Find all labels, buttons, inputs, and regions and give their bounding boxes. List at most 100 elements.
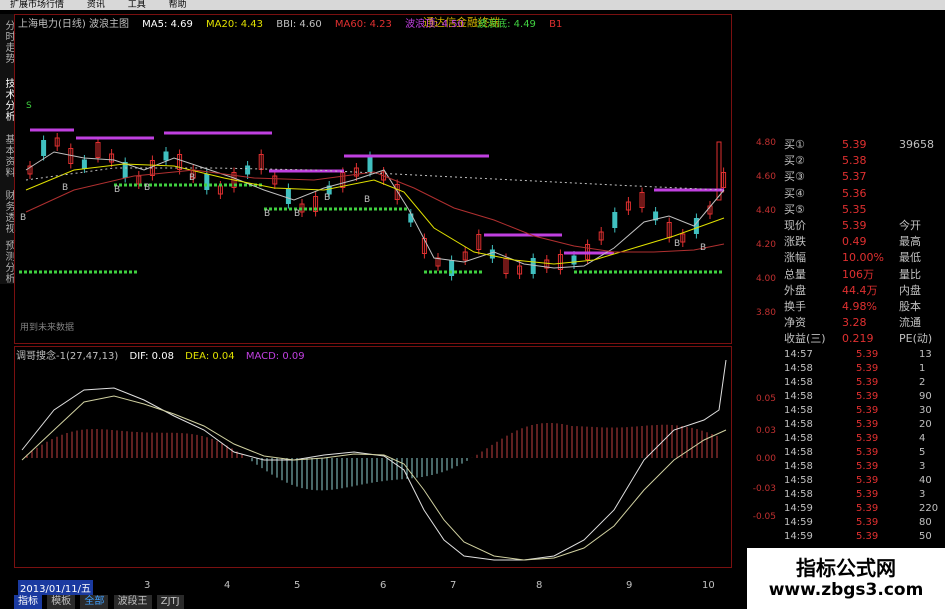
trade-ticker: 14:57 5.39 13 14:58 5.39 1 14:58 5.39 2 14:58 5.39… (784, 348, 945, 548)
trade-row: 14:58 5.39 90 (784, 390, 945, 403)
date-tick: 4 (224, 580, 231, 591)
wave-top-lines (30, 128, 724, 255)
menu-item-tools[interactable]: 工具 (118, 0, 156, 10)
trade-time: 14:58 (784, 433, 813, 444)
candle-body (163, 151, 169, 161)
tab-zjtj[interactable]: ZJTJ (156, 595, 184, 609)
price-tick: 4.40 (755, 206, 776, 216)
trade-price: 5.39 (856, 447, 879, 458)
wave-top-value: 波浪顶: 4.50 (405, 19, 464, 30)
trade-qty: 20 (919, 419, 932, 430)
macd-tick: 0.03 (755, 426, 776, 436)
trade-row: 14:58 5.39 40 (784, 474, 945, 487)
macd-histogram (26, 422, 718, 491)
trade-price: 5.39 (856, 377, 879, 388)
trade-row: 14:59 5.39 80 (784, 516, 945, 529)
order-book-value: 5.37 (842, 170, 867, 184)
candle-body (612, 212, 618, 228)
macd-tick: -0.03 (752, 484, 776, 494)
order-book-row: 涨幅 10.00% 最低 (784, 249, 945, 266)
tab-intraday[interactable]: 分时走势 (0, 20, 14, 70)
price-header: 上海电力(日线) 波浪主图 MA5: 4.69 MA20: 4.43 BBI: … (18, 15, 572, 30)
tab-financial[interactable]: 财务透视 (0, 190, 14, 240)
candle-body (41, 140, 47, 156)
watermark: 指标公式网 www.zbgs3.com (747, 548, 945, 609)
trade-row: 14:58 5.39 5 (784, 446, 945, 459)
trade-row: 14:57 5.39 13 (784, 348, 945, 361)
order-book-row: 买② 5.38 (784, 152, 945, 169)
trade-price: 5.39 (856, 461, 879, 472)
b1-label: B1 (549, 19, 563, 30)
trade-qty: 2 (919, 377, 926, 388)
tab-all[interactable]: 全部 (80, 595, 109, 609)
trade-qty: 1 (919, 363, 926, 374)
order-book-row: 买③ 5.37 (784, 168, 945, 185)
trade-row: 14:58 5.39 2 (784, 376, 945, 389)
candle-body (367, 156, 373, 172)
b-marker: B (189, 173, 195, 183)
trade-time: 14:58 (784, 419, 813, 430)
tab-forecast[interactable]: 预测分析 (0, 240, 14, 290)
trade-price: 5.39 (856, 531, 879, 542)
order-book-value: 5.39 (842, 138, 867, 151)
trade-time: 14:59 (784, 531, 813, 542)
trade-time: 14:58 (784, 405, 813, 416)
bottom-tab-bar: 指标 模板 全部 波段王 ZJTJ (14, 595, 186, 609)
candle-body (489, 249, 495, 259)
watermark-title: 指标公式网 (796, 556, 896, 580)
b-marker: B (62, 183, 68, 193)
trade-price: 5.39 (856, 433, 879, 444)
menu-bar: 扩展市场行情 资讯 工具 帮助 (0, 0, 945, 10)
trade-qty: 30 (919, 405, 932, 416)
b-marker: B (264, 209, 270, 219)
order-book-value: 5.39 (842, 219, 867, 232)
trade-qty: 80 (919, 517, 932, 528)
trade-row: 14:58 5.39 3 (784, 488, 945, 501)
trade-qty: 40 (919, 475, 932, 486)
macd-tick: 0.05 (755, 394, 776, 404)
order-book-label: 现价 (784, 219, 806, 232)
order-book-extra: 最高 (899, 235, 921, 249)
dif-line (21, 360, 727, 561)
trade-price: 5.39 (856, 363, 879, 374)
order-book-label: 买④ (784, 186, 805, 200)
date-tick: 5 (294, 580, 301, 591)
order-book-extra: 股本 (899, 300, 921, 313)
order-book-label: 买⑤ (784, 202, 805, 216)
order-book-value: 5.36 (842, 186, 867, 200)
order-book-label: 买① (784, 138, 805, 151)
menu-item-help[interactable]: 帮助 (159, 0, 197, 10)
candle-body (122, 162, 128, 178)
candle-body (530, 258, 536, 274)
order-book-label: 收益(三) (784, 332, 826, 346)
trade-qty: 50 (919, 531, 932, 542)
order-book-row: 买⑤ 5.35 (784, 201, 945, 218)
tab-wave-king[interactable]: 波段王 (113, 595, 152, 609)
order-book-row: 买① 5.39 39658 (784, 136, 945, 153)
tab-template[interactable]: 模板 (47, 595, 76, 609)
price-tick: 4.60 (755, 172, 776, 182)
candle-body (81, 159, 87, 169)
b-marker: B (114, 185, 120, 195)
trade-time: 14:58 (784, 461, 813, 472)
tab-technical[interactable]: 技术分析 (0, 78, 14, 128)
order-book-label: 涨跌 (784, 235, 806, 249)
trade-time: 14:59 (784, 503, 813, 514)
ma20-line (25, 163, 725, 265)
date-tick: 9 (626, 580, 633, 591)
order-book-label: 涨幅 (784, 251, 806, 265)
order-book-row: 现价 5.39 今开 (784, 217, 945, 234)
s-marker: S (26, 101, 32, 111)
menu-item-news[interactable]: 资讯 (77, 0, 115, 10)
trade-row: 14:58 5.39 3 (784, 460, 945, 473)
trade-time: 14:59 (784, 517, 813, 528)
ma20-value: MA20: 4.43 (206, 19, 264, 30)
trade-price: 5.39 (856, 517, 879, 528)
tab-indicator[interactable]: 指标 (14, 595, 42, 609)
order-book-value: 10.00% (842, 251, 884, 265)
tab-fundamentals[interactable]: 基本资料 (0, 134, 14, 184)
menu-item-market[interactable]: 扩展市场行情 (0, 0, 74, 10)
trade-time: 14:57 (784, 349, 813, 360)
current-date-box: 2013/01/11/五 (18, 580, 94, 595)
order-book-extra: 量比 (899, 267, 921, 281)
